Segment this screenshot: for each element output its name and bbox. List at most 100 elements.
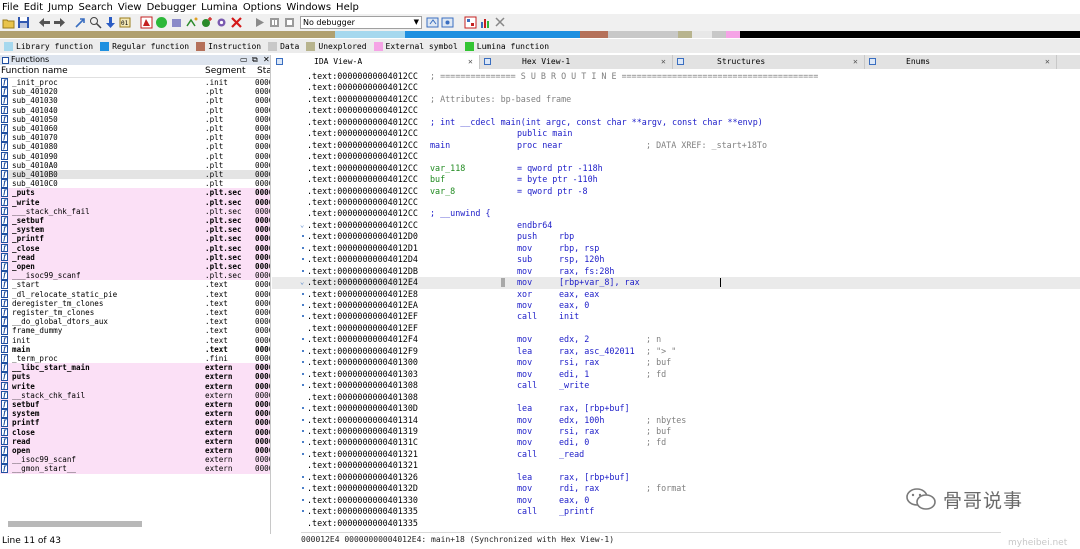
listing-operand[interactable]: edx, 100h [559, 415, 604, 426]
listing-line[interactable]: .text:00000000004012CC [272, 151, 1080, 162]
listing-line[interactable]: .text:00000000004012F9 lea rax, asc_402011… [272, 346, 1080, 357]
menu-help[interactable]: Help [334, 0, 362, 15]
listing-operand[interactable]: edi, 1 [559, 369, 589, 380]
listing-operand[interactable]: init [559, 311, 579, 322]
function-row[interactable]: f ___isoc99_scanf .plt.sec 0000 [0, 271, 270, 281]
function-row[interactable]: f sub_4010B0 .plt 0000 [0, 170, 270, 180]
tool-x-icon[interactable] [494, 16, 507, 29]
menu-jump[interactable]: Jump [46, 0, 76, 15]
function-row[interactable]: f _open .plt.sec 0000 [0, 262, 270, 272]
function-row[interactable]: f sub_401070 .plt 0000 [0, 133, 270, 142]
function-row[interactable]: fputs extern 0000 [0, 372, 270, 382]
listing-line[interactable]: .text:00000000004012CC ; __unwind { [272, 208, 1080, 219]
listing-line[interactable]: .text:00000000004012EF call init [272, 311, 1080, 322]
listing-line[interactable]: .text:00000000004012CC ; Attributes: bp-b… [272, 94, 1080, 105]
listing-line[interactable]: .text:0000000000401303 mov edi, 1 ; fd [272, 369, 1080, 380]
function-row[interactable]: f ___stack_chk_fail .plt.sec 0000 [0, 206, 270, 216]
function-row[interactable]: f _system .plt.sec 0000 [0, 225, 270, 235]
listing-line[interactable]: .text:00000000004012CC buf = byte ptr -110… [272, 174, 1080, 185]
listing-line[interactable]: .text:0000000000401300 mov rsi, rax ; buf [272, 357, 1080, 368]
listing-line[interactable]: .text:00000000004012CC [272, 105, 1080, 116]
function-row[interactable]: f _dl_relocate_static_pie .text 0000 [0, 289, 270, 299]
listing-operand[interactable]: eax, 0 [559, 495, 589, 506]
listing-line[interactable]: .text:00000000004012CC [272, 82, 1080, 93]
listing-line[interactable]: .text:00000000004012CC public main [272, 128, 1080, 139]
listing-line[interactable]: .text:00000000004012F4 mov edx, 2 ; n [272, 334, 1080, 345]
function-row[interactable]: f sub_401020 .plt 0000 [0, 87, 270, 96]
function-row[interactable]: f _printf .plt.sec 0000 [0, 234, 270, 244]
listing-operand[interactable]: rbp, rsp [559, 243, 599, 254]
navigation-band[interactable] [0, 31, 1080, 38]
listing-line[interactable]: .text:0000000000401321 call _read [272, 449, 1080, 460]
tab-close-icon[interactable]: ✕ [1045, 55, 1050, 69]
col-segment[interactable]: Segment [205, 66, 246, 76]
listing-line[interactable]: .text:00000000004012E8 xor eax, eax [272, 289, 1080, 300]
listing-line[interactable]: .text:00000000004012CC main proc near ; DAT… [272, 140, 1080, 151]
menu-options[interactable]: Options [241, 0, 285, 15]
listing-label[interactable]: var_8 [430, 186, 455, 197]
function-row[interactable]: f __libc_start_main extern 0000 [0, 363, 270, 373]
function-row[interactable]: f sub_4010A0 .plt 0000 [0, 160, 270, 170]
listing-operand[interactable]: rax, [rbp+buf] [559, 472, 630, 483]
ida-view-listing[interactable]: .text:00000000004012CC ; =============== … [272, 69, 1080, 531]
down-arrow-icon[interactable] [104, 16, 117, 29]
listing-line[interactable]: .text:00000000004012DB mov rax, fs:28h [272, 266, 1080, 277]
col-start[interactable]: Sta [257, 66, 270, 76]
debugger-options-icon[interactable] [441, 16, 454, 29]
listing-operand[interactable]: rbp [559, 231, 574, 242]
function-row[interactable]: f sub_4010C0 .plt 0000 [0, 179, 270, 188]
listing-line[interactable]: .text:00000000004012CC var_8 = qword ptr -… [272, 186, 1080, 197]
add-breakpoint-icon[interactable] [200, 16, 213, 29]
panel-close-icon[interactable]: ✕ [263, 55, 270, 65]
menu-file[interactable]: File [0, 0, 22, 15]
debugger-attach-icon[interactable] [426, 16, 439, 29]
listing-operand[interactable]: rax, asc_402011 [559, 346, 635, 357]
graph-overview-icon[interactable] [464, 16, 477, 29]
listing-line[interactable]: .text:0000000000401308 call _write [272, 380, 1080, 391]
listing-line[interactable]: .text:00000000004012CC ; int __cdecl main… [272, 117, 1080, 128]
function-row[interactable]: f sub_401060 .plt 0000 [0, 124, 270, 133]
listing-line[interactable]: .text:000000000040130D lea rax, [rbp+buf] [272, 403, 1080, 414]
listing-line[interactable]: .text:000000000040131C mov edi, 0 ; fd [272, 437, 1080, 448]
menu-debugger[interactable]: Debugger [145, 0, 200, 15]
function-row[interactable]: fwrite extern 0000 [0, 381, 270, 391]
listing-operand[interactable]: rsi, rax [559, 357, 599, 368]
listing-line[interactable]: ⌄ .text:00000000004012CC endbr64 [272, 220, 1080, 231]
function-row[interactable]: f _start .text 0000 [0, 280, 270, 289]
listing-line[interactable]: .text:0000000000401326 lea rax, [rbp+buf] [272, 472, 1080, 483]
function-row[interactable]: f sub_401040 .plt 0000 [0, 105, 270, 115]
function-row[interactable]: f register_tm_clones .text 0000 [0, 308, 270, 317]
forward-arrow-icon[interactable] [53, 16, 66, 29]
listing-line[interactable]: .text:00000000004012EF [272, 323, 1080, 334]
function-row[interactable]: fclose extern 0000 [0, 427, 270, 437]
close-red-x-icon[interactable] [230, 16, 243, 29]
patch-icon[interactable] [170, 16, 183, 29]
listing-line[interactable]: .text:00000000004012D4 sub rsp, 120h [272, 254, 1080, 265]
listing-operand[interactable]: eax, eax [559, 289, 599, 300]
listing-operand[interactable]: rsi, rax [559, 426, 599, 437]
listing-operand[interactable]: rax, [rbp+buf] [559, 403, 630, 414]
listing-operand[interactable]: edi, 0 [559, 437, 589, 448]
function-row[interactable]: fprintf extern 0000 [0, 418, 270, 428]
listing-line[interactable]: .text:00000000004012CC [272, 197, 1080, 208]
menu-edit[interactable]: Edit [22, 0, 46, 15]
function-row[interactable]: f sub_401090 .plt 0000 [0, 151, 270, 161]
tab-close-icon[interactable]: ✕ [468, 55, 473, 69]
settings-icon[interactable] [215, 16, 228, 29]
tab-ida-view-a[interactable]: IDA View-A ✕ [272, 55, 480, 69]
function-row[interactable]: fopen extern 0000 [0, 446, 270, 456]
listing-line[interactable]: .text:0000000000401308 [272, 392, 1080, 403]
listing-line[interactable]: .text:00000000004012CC ; =============== … [272, 71, 1080, 82]
function-row[interactable]: f __gmon_start__ extern 0000 [0, 464, 270, 474]
function-row[interactable]: fread extern 0000 [0, 436, 270, 446]
chart-icon[interactable] [479, 16, 492, 29]
function-row[interactable]: f __do_global_dtors_aux .text 0000 [0, 317, 270, 326]
search-text-icon[interactable] [89, 16, 102, 29]
menu-lumina[interactable]: Lumina [199, 0, 241, 15]
function-row[interactable]: fmain .text 0000 [0, 344, 270, 354]
function-row[interactable]: f deregister_tm_clones .text 0000 [0, 298, 270, 308]
listing-operand[interactable]: rdi, rax [559, 483, 599, 494]
function-row[interactable]: f sub_401030 .plt 0000 [0, 96, 270, 105]
function-row[interactable]: f _close .plt.sec 0000 [0, 243, 270, 253]
listing-line[interactable]: .text:00000000004012D1 mov rbp, rsp [272, 243, 1080, 254]
